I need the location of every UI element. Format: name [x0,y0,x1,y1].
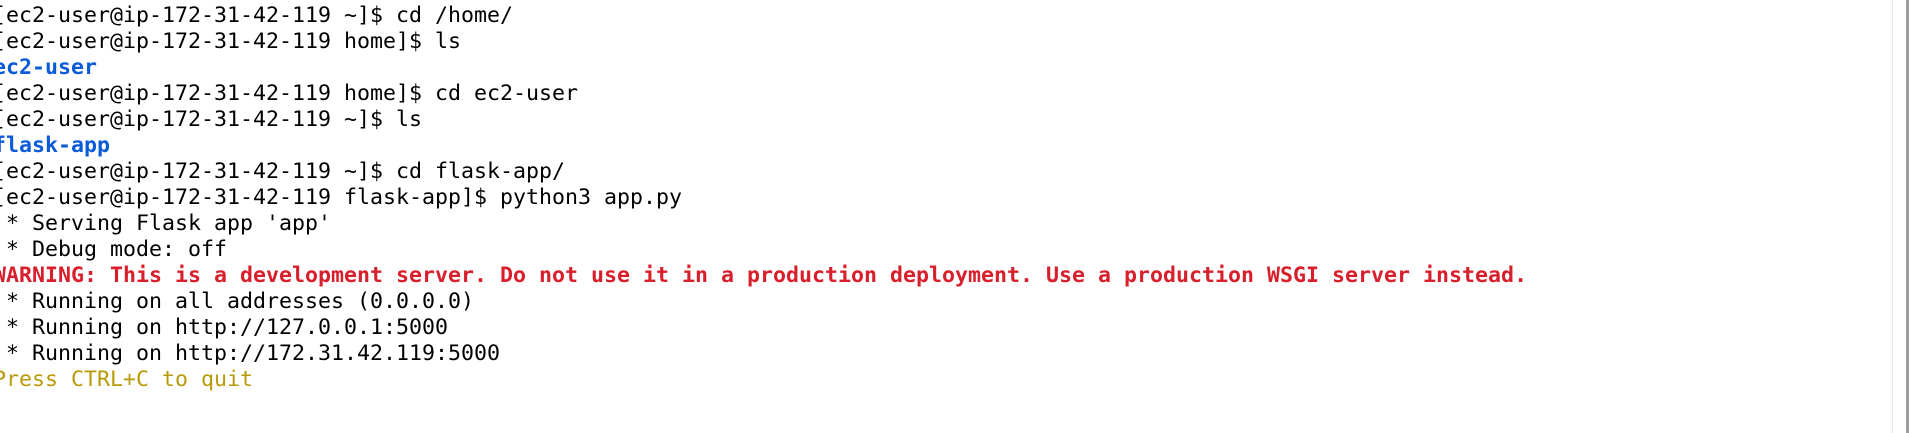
directory-listing: ec2-user [0,55,98,80]
terminal-line: [ec2-user@ip-172-31-42-119 ~]$ ls [0,107,423,132]
warning-message: WARNING: This is a development server. D… [0,263,1528,288]
terminal-line: [ec2-user@ip-172-31-42-119 flask-app]$ p… [0,185,683,210]
directory-listing: flask-app [0,133,111,158]
quit-hint: Press CTRL+C to quit [0,367,254,392]
terminal-line: [ec2-user@ip-172-31-42-119 ~]$ cd flask-… [0,159,566,184]
terminal-line: * Running on http://127.0.0.1:5000 [0,315,449,340]
terminal-line: * Debug mode: off [0,237,228,262]
terminal-line: * Serving Flask app 'app' [0,211,332,236]
terminal-line: * Running on all addresses (0.0.0.0) [0,289,475,314]
terminal-line: [ec2-user@ip-172-31-42-119 home]$ ls [0,29,462,54]
terminal-line: [ec2-user@ip-172-31-42-119 home]$ cd ec2… [0,81,579,106]
terminal-output[interactable]: [ec2-user@ip-172-31-42-119 ~]$ cd /home/… [0,3,1883,433]
scrollbar-thumb[interactable] [1906,0,1909,433]
vertical-scrollbar[interactable] [1892,0,1911,433]
terminal-line: * Running on http://172.31.42.119:5000 [0,341,501,366]
terminal-line: [ec2-user@ip-172-31-42-119 ~]$ cd /home/ [0,3,514,28]
